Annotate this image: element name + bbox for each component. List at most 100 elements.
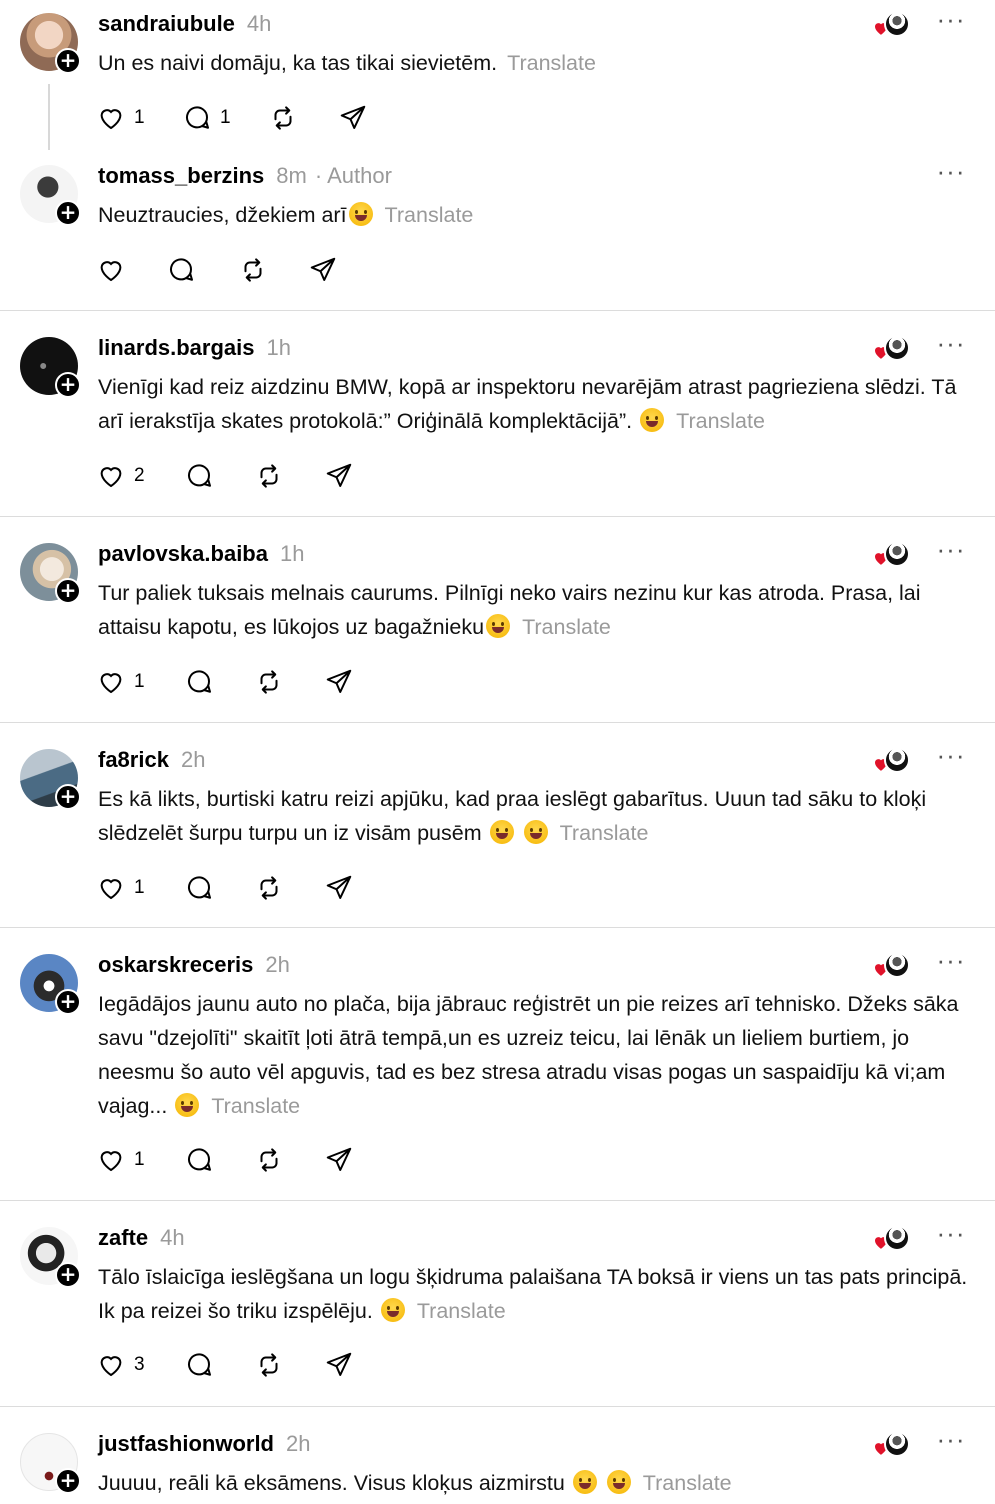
author-avatar	[884, 747, 910, 773]
like-button[interactable]: 1	[96, 667, 184, 697]
username[interactable]: justfashionworld	[98, 1431, 274, 1457]
timestamp: 8m	[276, 163, 307, 188]
username[interactable]: zafte	[98, 1225, 148, 1251]
follow-plus-icon[interactable]: +	[55, 578, 81, 604]
repost-icon	[260, 876, 278, 900]
author-avatar	[884, 1431, 910, 1457]
thread-line	[48, 84, 50, 150]
reply-button[interactable]	[184, 667, 254, 697]
share-button[interactable]	[324, 1350, 354, 1380]
like-button[interactable]: 1	[96, 1145, 184, 1175]
share-button[interactable]	[324, 667, 354, 697]
reply-button[interactable]	[184, 873, 254, 903]
share-button[interactable]	[338, 103, 368, 133]
sweat-smile-emoji-icon	[175, 1093, 200, 1117]
timestamp: 2h	[265, 952, 290, 977]
divider	[0, 927, 995, 928]
translate-link[interactable]: Translate	[417, 1299, 506, 1323]
like-count: 3	[134, 1354, 145, 1375]
hand-over-mouth-emoji-icon	[572, 1470, 597, 1494]
reply-count: 1	[220, 107, 231, 128]
follow-plus-icon[interactable]: +	[55, 48, 81, 74]
repost-button[interactable]	[254, 1145, 324, 1175]
avatar[interactable]: +	[20, 543, 81, 604]
repost-button[interactable]	[254, 873, 324, 903]
translate-link[interactable]: Translate	[507, 51, 596, 75]
translate-link[interactable]: Translate	[522, 615, 611, 639]
comment-icon	[188, 876, 211, 899]
reply-button[interactable]	[184, 461, 254, 491]
more-icon[interactable]: ···	[936, 947, 966, 975]
author-avatar	[884, 11, 910, 37]
more-icon[interactable]: ···	[936, 1426, 966, 1454]
more-icon[interactable]: ···	[936, 158, 966, 186]
avatar[interactable]: +	[20, 954, 81, 1015]
avatar[interactable]: +	[20, 13, 81, 74]
avatar[interactable]: +	[20, 1433, 81, 1494]
more-icon[interactable]: ···	[936, 742, 966, 770]
author-avatar	[884, 952, 910, 978]
translate-link[interactable]: Translate	[211, 1094, 300, 1118]
repost-icon	[260, 464, 278, 488]
avatar[interactable]: +	[20, 165, 81, 226]
follow-plus-icon[interactable]: +	[55, 372, 81, 398]
more-icon[interactable]: ···	[936, 536, 966, 564]
username[interactable]: fa8rick	[98, 747, 169, 773]
liked-by-author	[872, 335, 912, 363]
divider	[0, 516, 995, 517]
follow-plus-icon[interactable]: +	[55, 784, 81, 810]
heart-icon	[100, 467, 122, 488]
reply-button[interactable]	[166, 255, 238, 285]
liked-by-author	[872, 1225, 912, 1253]
translate-link[interactable]: Translate	[385, 203, 474, 227]
like-button[interactable]: 2	[96, 461, 184, 491]
post-text: Neuztraucies, džekiem arī Translate	[98, 202, 474, 227]
follow-plus-icon[interactable]: +	[55, 1262, 81, 1288]
share-button[interactable]	[324, 1145, 354, 1175]
username[interactable]: pavlovska.baiba	[98, 541, 268, 567]
like-count: 1	[134, 877, 145, 898]
repost-button[interactable]	[254, 667, 324, 697]
avatar[interactable]: +	[20, 749, 81, 810]
translate-link[interactable]: Translate	[643, 1471, 732, 1495]
repost-button[interactable]	[238, 255, 308, 285]
repost-button[interactable]	[254, 461, 324, 491]
share-button[interactable]	[308, 255, 338, 285]
reply-button[interactable]: 1	[182, 103, 268, 133]
liked-by-author	[872, 952, 912, 980]
more-icon[interactable]: ···	[936, 1220, 966, 1248]
divider	[0, 1406, 995, 1407]
heart-icon	[100, 1356, 122, 1377]
grinning-emoji-icon	[640, 408, 665, 432]
username[interactable]: sandraiubule	[98, 11, 235, 37]
reply-button[interactable]	[184, 1145, 254, 1175]
more-icon[interactable]: ···	[936, 6, 966, 34]
share-button[interactable]	[324, 461, 354, 491]
like-button[interactable]: 1	[96, 103, 182, 133]
timestamp: 4h	[246, 11, 272, 36]
avatar[interactable]: +	[20, 337, 81, 398]
translate-link[interactable]: Translate	[560, 821, 649, 845]
repost-button[interactable]	[254, 1350, 324, 1380]
avatar[interactable]: +	[20, 1227, 81, 1288]
username[interactable]: linards.bargais	[98, 335, 255, 361]
repost-button[interactable]	[268, 103, 338, 133]
follow-plus-icon[interactable]: +	[55, 200, 81, 226]
divider	[0, 1200, 995, 1201]
share-button[interactable]	[324, 873, 354, 903]
send-icon	[326, 463, 352, 487]
reply-button[interactable]	[184, 1350, 254, 1380]
send-icon	[310, 257, 336, 281]
send-icon	[326, 669, 352, 693]
follow-plus-icon[interactable]: +	[55, 1468, 81, 1494]
like-button[interactable]	[96, 255, 166, 285]
username[interactable]: oskarskreceris	[98, 952, 253, 978]
like-button[interactable]: 3	[96, 1350, 184, 1380]
follow-plus-icon[interactable]: +	[55, 989, 81, 1015]
username[interactable]: tomass_berzins	[98, 163, 264, 189]
post-text: Vienīgi kad reiz aizdzinu BMW, kopā ar i…	[98, 375, 957, 433]
more-icon[interactable]: ···	[936, 330, 966, 358]
translate-link[interactable]: Translate	[676, 409, 765, 433]
like-button[interactable]: 1	[96, 873, 184, 903]
liked-by-author	[872, 541, 912, 569]
